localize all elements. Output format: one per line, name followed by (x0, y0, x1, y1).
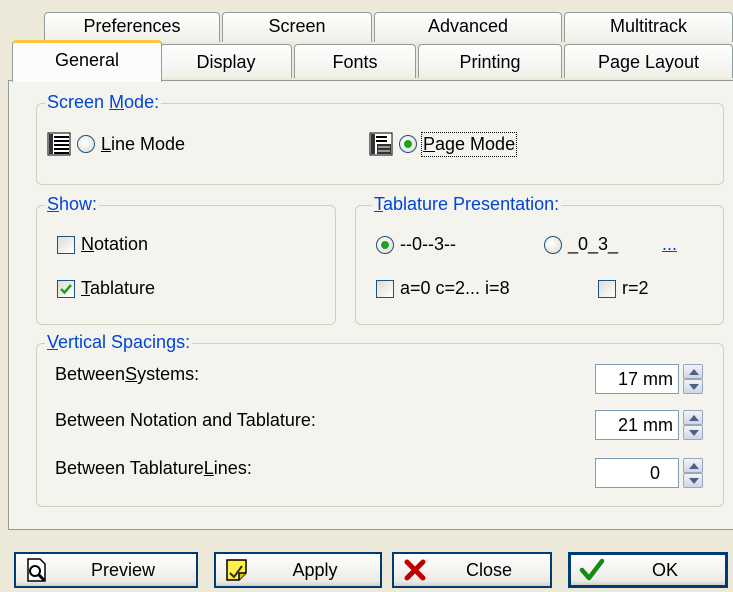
r-option[interactable]: r=2 (598, 278, 649, 299)
spin-up-icon[interactable] (683, 364, 703, 379)
notation-option[interactable]: Notation (57, 234, 148, 255)
page-mode-radio[interactable] (399, 135, 417, 153)
tab-page-layout[interactable]: Page Layout (564, 44, 733, 78)
between-tablature-lines-label: Between Tablature Lines: (55, 458, 252, 478)
tab-label: Advanced (427, 16, 509, 36)
screen-mode-group: Screen Mode: Line Mode Page Mode (36, 92, 724, 185)
check-mark-icon (60, 283, 72, 294)
page-mode-option[interactable]: Page Mode (369, 131, 518, 157)
between-systems-label: Between Systems: (55, 364, 200, 384)
tab-display[interactable]: Display (160, 44, 292, 78)
notation-checkbox[interactable] (57, 235, 75, 254)
tablature-presentation-group: Tablature Presentation: --0--3-- _0_3_ .… (355, 194, 724, 325)
line-mode-option[interactable]: Line Mode (47, 132, 185, 156)
more-link[interactable]: ... (662, 234, 677, 255)
page-mode-label: Page Mode (420, 131, 518, 157)
ok-label: OK (651, 559, 678, 580)
between-notation-tablature-label: Between Notation and Tablature: (55, 410, 316, 430)
tab-style-option-2[interactable]: _0_3_ (544, 234, 618, 255)
line-mode-icon (47, 132, 71, 156)
r-label: r=2 (622, 278, 649, 298)
tablature-presentation-legend: Tablature Presentation: (372, 194, 562, 215)
general-panel: Screen Mode: Line Mode Page Mode Show: N… (8, 80, 733, 530)
r-checkbox[interactable] (598, 279, 616, 298)
tab-preferences[interactable]: Preferences (44, 12, 220, 42)
preview-button[interactable]: Preview (14, 552, 198, 588)
preview-label: Preview (90, 559, 156, 580)
tab-advanced[interactable]: Advanced (374, 12, 562, 42)
spin-down-icon[interactable] (683, 425, 703, 440)
tab-screen[interactable]: Screen (222, 12, 372, 42)
apply-button[interactable]: Apply (214, 552, 382, 588)
apply-label: Apply (292, 559, 338, 580)
tablature-label: Tablature (81, 278, 156, 298)
tab-fonts[interactable]: Fonts (294, 44, 416, 78)
line-mode-label: Line Mode (101, 133, 186, 154)
between-tablature-lines-spinner[interactable] (683, 458, 703, 488)
between-notation-tablature-field[interactable]: 21 mm (595, 410, 679, 440)
vertical-spacings-group: Vertical Spacings: Between Systems: 17 m… (36, 332, 724, 507)
tab-multitrack[interactable]: Multitrack (564, 12, 733, 42)
tab-style-radio-2[interactable] (544, 235, 562, 254)
tab-style-label-2: _0_3_ (568, 234, 619, 254)
tab-general[interactable]: General (12, 40, 162, 82)
fret-letters-checkbox[interactable] (376, 279, 394, 298)
tab-label: Screen (268, 16, 326, 36)
tab-label: Multitrack (609, 16, 687, 36)
spin-down-icon[interactable] (683, 379, 703, 394)
between-systems-field[interactable]: 17 mm (595, 364, 679, 394)
between-tablature-lines-field[interactable]: 0 (595, 458, 679, 488)
tablature-checkbox[interactable] (57, 279, 75, 298)
page-mode-icon (369, 132, 393, 156)
line-mode-radio[interactable] (77, 135, 95, 153)
spin-up-icon[interactable] (683, 410, 703, 425)
tab-style-option-1[interactable]: --0--3-- (376, 234, 456, 255)
check-icon (579, 558, 605, 581)
vertical-spacings-legend: Vertical Spacings: (45, 332, 193, 353)
tab-printing[interactable]: Printing (418, 44, 562, 78)
between-notation-tablature-spinner[interactable] (683, 410, 703, 440)
tab-label: Printing (459, 52, 521, 72)
apply-icon (226, 559, 247, 581)
tab-label: Fonts (332, 52, 378, 72)
show-legend: Show: (45, 194, 100, 215)
between-systems-spinner[interactable] (683, 364, 703, 394)
tab-style-radio-1[interactable] (376, 235, 394, 254)
fret-letters-option[interactable]: a=0 c=2... i=8 (376, 278, 510, 299)
show-group: Show: Notation Tablature (36, 194, 336, 325)
tab-style-label-1: --0--3-- (400, 234, 456, 254)
ok-button[interactable]: OK (568, 552, 728, 588)
preview-icon (27, 558, 46, 582)
tab-label: Preferences (83, 16, 181, 36)
spin-down-icon[interactable] (683, 473, 703, 488)
fret-letters-label: a=0 c=2... i=8 (400, 278, 510, 298)
notation-label: Notation (81, 234, 149, 254)
tab-label: Page Layout (597, 52, 700, 72)
screen-mode-legend: Screen Mode: (45, 92, 162, 113)
close-label: Close (465, 559, 513, 580)
tablature-option[interactable]: Tablature (57, 278, 155, 299)
close-button[interactable]: Close (392, 552, 552, 588)
spin-up-icon[interactable] (683, 458, 703, 473)
close-icon (404, 559, 426, 581)
tab-label: Display (196, 52, 256, 72)
tab-label: General (54, 50, 120, 70)
